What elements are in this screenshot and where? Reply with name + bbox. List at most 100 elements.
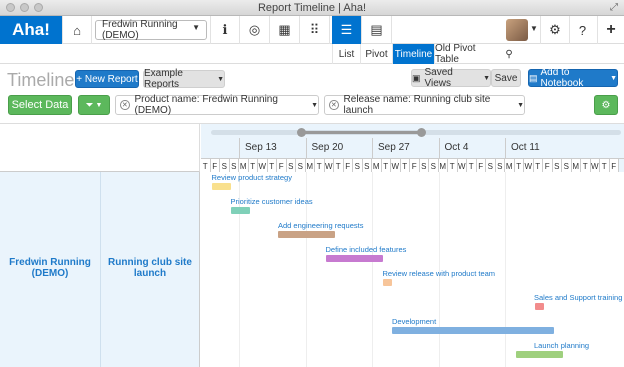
- feature-label[interactable]: Review release with product team: [383, 269, 496, 278]
- calendar-icon[interactable]: ▦: [270, 16, 300, 44]
- week-divider: [438, 138, 440, 158]
- filter-button[interactable]: ⏷ ▼: [78, 95, 110, 115]
- week-label: Sep 13: [245, 142, 277, 153]
- feature-bar[interactable]: [515, 351, 563, 358]
- day-cell: F: [543, 159, 553, 173]
- day-cell: M: [372, 159, 382, 173]
- feature-bar[interactable]: [211, 183, 231, 190]
- add-icon[interactable]: +: [596, 16, 624, 44]
- day-cell: F: [609, 159, 619, 173]
- grouping-header: [0, 124, 200, 172]
- feature-label[interactable]: Add engineering requests: [278, 221, 363, 230]
- week-gridline: [372, 172, 373, 367]
- roadmap-icon[interactable]: ☰: [332, 16, 362, 44]
- day-cell: F: [476, 159, 486, 173]
- feature-label[interactable]: Prioritize customer ideas: [231, 197, 313, 206]
- notebook-icon: ▤: [529, 72, 538, 83]
- feature-label[interactable]: Launch planning: [534, 341, 589, 350]
- day-cell: W: [524, 159, 534, 173]
- feature-label[interactable]: Define included features: [326, 245, 407, 254]
- settings-gear-button[interactable]: ⚙: [594, 95, 618, 115]
- avatar[interactable]: [506, 19, 528, 41]
- day-cell: M: [239, 159, 249, 173]
- day-cell: W: [258, 159, 268, 173]
- tab-old-pivot-table[interactable]: Old Pivot Table: [434, 43, 502, 65]
- day-row: TFSSMTWTFSSMTWTFSSMTWTFSSMTWTFSSMTWTFSSM…: [201, 158, 624, 173]
- new-report-button[interactable]: + New Report: [75, 70, 139, 88]
- add-to-notebook-label: Add to Notebook: [540, 67, 584, 89]
- day-cell: T: [248, 159, 258, 173]
- group-release[interactable]: Running club site launch: [100, 257, 200, 279]
- tab-timeline[interactable]: Timeline: [392, 44, 434, 64]
- target-icon[interactable]: ◎: [240, 16, 270, 44]
- home-icon[interactable]: ⌂: [62, 16, 92, 44]
- week-gridline: [505, 172, 506, 367]
- help-icon[interactable]: ?: [568, 16, 598, 44]
- day-cell: S: [429, 159, 439, 173]
- day-cell: F: [277, 159, 287, 173]
- add-to-notebook-button[interactable]: ▤ Add to Notebook ▼: [528, 67, 618, 89]
- day-cell: T: [315, 159, 325, 173]
- example-reports-button[interactable]: Example Reports ▼: [143, 68, 225, 90]
- feature-label[interactable]: Sales and Support training: [534, 293, 622, 302]
- day-cell: M: [505, 159, 515, 173]
- zoom-slider-range[interactable]: [301, 131, 421, 134]
- workspace-name: Fredwin Running (DEMO): [102, 19, 178, 41]
- product-filter-label: Product name: Fredwin Running (DEMO): [134, 94, 278, 116]
- gear-icon[interactable]: ⚙: [540, 16, 570, 44]
- close-icon[interactable]: ✕: [120, 100, 130, 110]
- day-cell: S: [296, 159, 306, 173]
- day-cell: S: [495, 159, 505, 173]
- day-cell: S: [220, 159, 230, 173]
- feature-bar[interactable]: [382, 279, 392, 286]
- day-cell: S: [353, 159, 363, 173]
- feature-bar[interactable]: [230, 207, 250, 214]
- day-cell: S: [486, 159, 496, 173]
- timeline-header: TFSSMTWTFSSMTWTFSSMTWTFSSMTWTFSSMTWTFSSM…: [201, 124, 624, 173]
- notebook-icon[interactable]: ▤: [362, 16, 392, 44]
- tab-list[interactable]: List: [332, 44, 360, 64]
- feature-bar[interactable]: [534, 303, 544, 310]
- week-label: Sep 20: [311, 142, 344, 153]
- select-data-button[interactable]: Select Data: [8, 95, 72, 115]
- day-cell: T: [600, 159, 610, 173]
- info-icon[interactable]: ℹ: [210, 16, 240, 44]
- day-cell: S: [362, 159, 372, 173]
- day-cell: T: [334, 159, 344, 173]
- saved-views-button[interactable]: ▣ Saved Views ▼: [411, 67, 491, 89]
- column-divider: [100, 172, 101, 367]
- day-cell: T: [448, 159, 458, 173]
- day-cell: T: [381, 159, 391, 173]
- chevron-down-icon: ▼: [517, 101, 524, 109]
- zoom-slider-handle-end[interactable]: [417, 128, 426, 137]
- save-icon: ▣: [412, 72, 421, 83]
- week-label: Oct 4: [444, 142, 469, 153]
- save-button[interactable]: Save: [491, 69, 521, 87]
- week-divider: [239, 138, 240, 158]
- group-product[interactable]: Fredwin Running (DEMO): [0, 257, 100, 279]
- feature-bar[interactable]: [278, 231, 335, 238]
- feature-bar[interactable]: [325, 255, 383, 262]
- timeline-body: Review product strategy Prioritize custom…: [201, 172, 624, 367]
- zoom-slider-handle-start[interactable]: [297, 128, 306, 137]
- feature-bar[interactable]: [392, 327, 554, 334]
- grid-icon[interactable]: ⠿: [300, 16, 330, 44]
- feature-label[interactable]: Development: [392, 317, 436, 326]
- day-cell: W: [590, 159, 600, 173]
- search-icon[interactable]: ⚲: [502, 44, 516, 64]
- workspace-select[interactable]: Fredwin Running (DEMO) ▼: [95, 19, 207, 41]
- fullscreen-icon[interactable]: ⤢: [610, 2, 618, 13]
- gear-icon: ⚙: [601, 99, 611, 111]
- feature-label[interactable]: Review product strategy: [212, 173, 292, 182]
- day-cell: S: [552, 159, 562, 173]
- release-filter[interactable]: ✕ Release name: Running club site launch ▼: [324, 94, 525, 116]
- product-filter[interactable]: ✕ Product name: Fredwin Running (DEMO) ▼: [115, 94, 319, 116]
- chevron-down-icon: ▼: [217, 75, 224, 83]
- aha-logo[interactable]: Aha!: [0, 16, 62, 44]
- day-cell: W: [324, 159, 334, 173]
- window-controls[interactable]: [6, 3, 43, 12]
- chevron-down-icon: ▼: [483, 74, 490, 82]
- day-cell: T: [533, 159, 543, 173]
- close-icon[interactable]: ✕: [329, 100, 339, 110]
- tab-pivot[interactable]: Pivot: [360, 44, 392, 64]
